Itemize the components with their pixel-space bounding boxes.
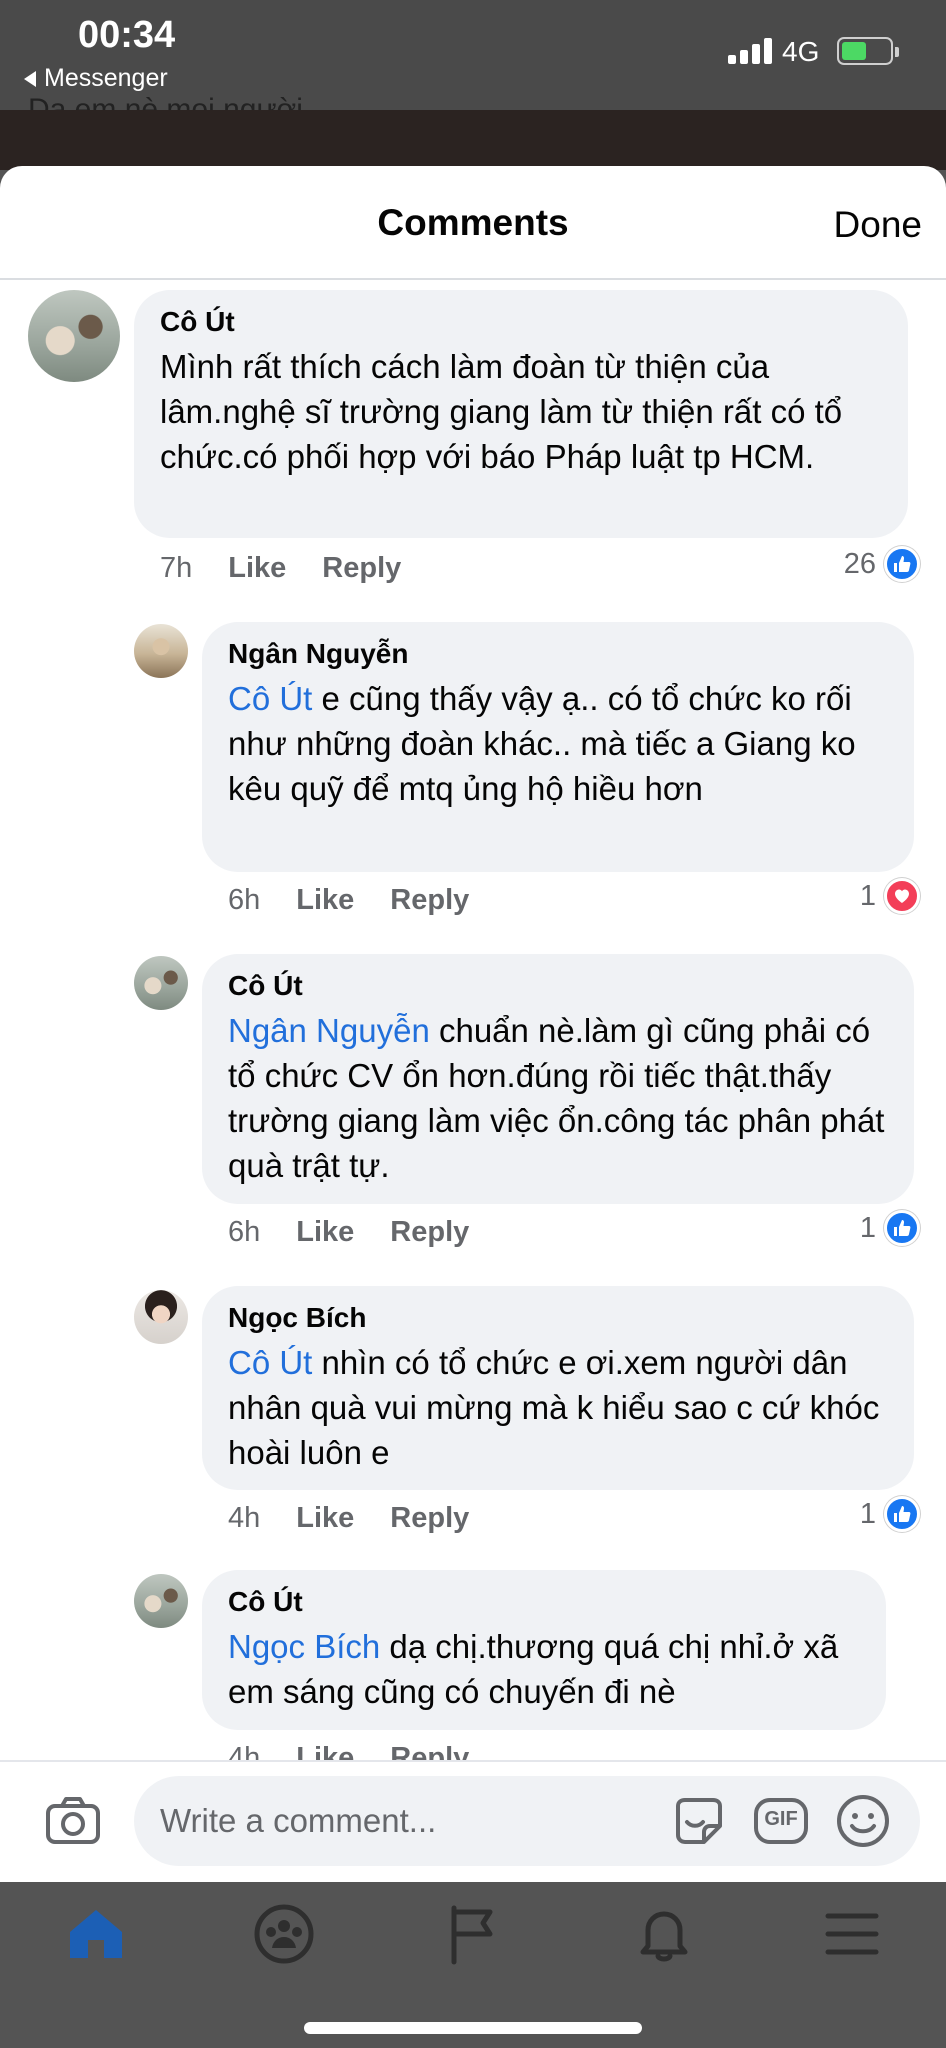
background-post-text: Dạ em nè mọi người ... (28, 93, 337, 110)
reaction-summary[interactable]: 1 (860, 1210, 920, 1246)
reaction-summary[interactable]: 1 (860, 878, 920, 914)
reaction-count: 1 (859, 1497, 876, 1530)
comment-bubble[interactable]: Ngọc Bích Cô Út nhìn có tổ chức e ơi.xem… (202, 1286, 914, 1490)
like-button[interactable]: Like (296, 1216, 354, 1249)
comment-actions: 6h Like Reply (228, 1216, 505, 1249)
reply-button[interactable]: Reply (390, 884, 469, 917)
comment-text: Mình rất thích cách làm đoàn từ thiện củ… (160, 348, 843, 475)
comment-body: e cũng thấy vậy ạ.. có tổ chức ko rối nh… (228, 680, 856, 807)
done-button[interactable]: Done (834, 204, 922, 246)
home-icon[interactable] (64, 1902, 128, 1966)
comment-actions: 4h Like Reply (228, 1502, 505, 1535)
thumbs-up-icon (884, 1210, 920, 1246)
comment-input[interactable] (160, 1796, 660, 1846)
mention-link[interactable]: Ngọc Bích (228, 1628, 380, 1665)
comment-text: Ngọc Bích dạ chị.thương quá chị nhỉ.ở xã… (228, 1624, 860, 1714)
comment-author[interactable]: Cô Út (228, 970, 888, 1002)
reaction-count: 1 (859, 1211, 876, 1244)
avatar[interactable] (28, 290, 120, 382)
comment-actions: 7h Like Reply (160, 552, 437, 585)
comment-actions: 6h Like Reply (228, 884, 505, 917)
comment-author[interactable]: Ngọc Bích (228, 1302, 888, 1334)
comment-input-pill[interactable]: GIF (134, 1776, 920, 1866)
like-button[interactable]: Like (296, 884, 354, 917)
comment-age: 6h (228, 1216, 261, 1248)
sticker-icon[interactable] (670, 1792, 728, 1850)
like-button[interactable]: Like (228, 552, 286, 585)
mention-link[interactable]: Cô Út (228, 1344, 312, 1381)
mention-link[interactable]: Ngân Nguyễn (228, 1012, 430, 1049)
comment-text: Cô Út e cũng thấy vậy ạ.. có tổ chức ko … (228, 676, 888, 811)
comment-author[interactable]: Ngân Nguyễn (228, 638, 888, 670)
background-post-photo (0, 110, 946, 170)
status-bar: 00:34 Messenger 4G Dạ em nè mọi người ..… (0, 0, 946, 110)
comment-text: Ngân Nguyễn chuẩn nè.làm gì cũng phải có… (228, 1008, 888, 1188)
avatar[interactable] (134, 1574, 188, 1628)
comment-age: 7h (160, 552, 193, 584)
comment-author[interactable]: Cô Út (228, 1586, 860, 1618)
reaction-count: 1 (859, 879, 876, 912)
battery-charging-icon (837, 37, 899, 65)
thumbs-up-icon (884, 546, 920, 582)
mention-link[interactable]: Cô Út (228, 680, 312, 717)
camera-icon[interactable] (44, 1792, 102, 1850)
notifications-bell-icon[interactable] (632, 1902, 696, 1966)
comment-composer: GIF (0, 1760, 946, 1882)
comments-sheet: Comments Done Cô Út Mình rất thích cách … (0, 166, 946, 1882)
gif-label: GIF (764, 1808, 798, 1830)
comment-age: 6h (228, 884, 261, 916)
sheet-title: Comments (377, 202, 569, 243)
cellular-signal-icon (728, 38, 772, 64)
heart-icon (884, 878, 920, 914)
comment-bubble[interactable]: Cô Út Ngân Nguyễn chuẩn nè.làm gì cũng p… (202, 954, 914, 1204)
emoji-icon[interactable] (834, 1792, 892, 1850)
menu-icon[interactable] (820, 1902, 884, 1966)
groups-icon[interactable] (252, 1902, 316, 1966)
reaction-summary[interactable]: 1 (860, 1496, 920, 1532)
reaction-count: 26 (843, 547, 876, 580)
comment-author[interactable]: Cô Út (160, 306, 882, 338)
reply-button[interactable]: Reply (390, 1216, 469, 1249)
clock: 00:34 (78, 14, 176, 56)
comment-bubble[interactable]: Cô Út Mình rất thích cách làm đoàn từ th… (134, 290, 908, 538)
reply-button[interactable]: Reply (390, 1502, 469, 1535)
reaction-summary[interactable]: 26 (844, 546, 920, 582)
comment-bubble[interactable]: Cô Út Ngọc Bích dạ chị.thương quá chị nh… (202, 1570, 886, 1730)
avatar[interactable] (134, 1290, 188, 1344)
comment-text: Cô Út nhìn có tổ chức e ơi.xem người dân… (228, 1340, 888, 1475)
home-indicator[interactable] (304, 2022, 642, 2034)
avatar[interactable] (134, 624, 188, 678)
comment-bubble[interactable]: Ngân Nguyễn Cô Út e cũng thấy vậy ạ.. có… (202, 622, 914, 872)
pages-flag-icon[interactable] (442, 1902, 506, 1966)
like-button[interactable]: Like (296, 1502, 354, 1535)
comment-body: nhìn có tổ chức e ơi.xem người dân nhân … (228, 1344, 880, 1471)
comment-age: 4h (228, 1502, 261, 1534)
thumbs-up-icon (884, 1496, 920, 1532)
bottom-nav-bar (0, 1882, 946, 2048)
reply-button[interactable]: Reply (322, 552, 401, 585)
avatar[interactable] (134, 956, 188, 1010)
sheet-header: Comments Done (0, 166, 946, 280)
gif-icon[interactable]: GIF (752, 1792, 810, 1850)
network-type: 4G (782, 36, 820, 67)
